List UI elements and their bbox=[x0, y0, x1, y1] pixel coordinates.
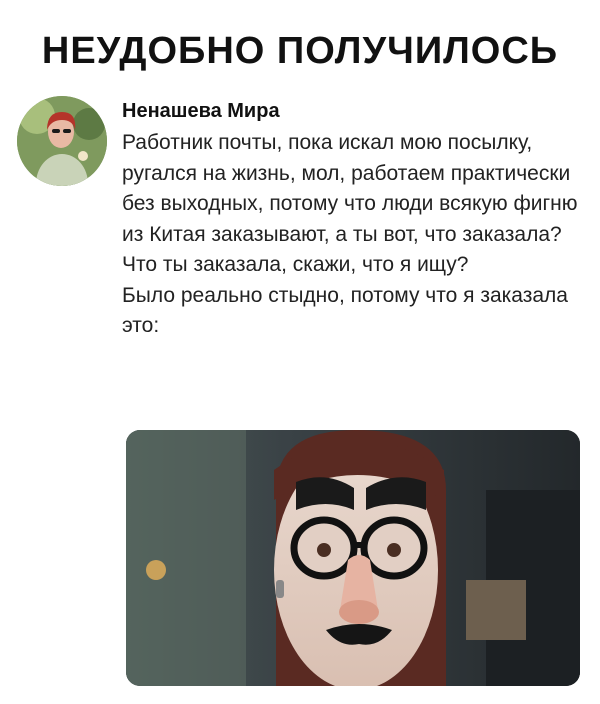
author-name[interactable]: Ненашева Мира bbox=[122, 100, 280, 123]
meme-headline: НЕУДОБНО ПОЛУЧИЛОСЬ bbox=[41, 30, 559, 72]
post-text: Работник почты, пока искал мою посылку, … bbox=[122, 128, 582, 342]
author-avatar[interactable] bbox=[17, 96, 107, 186]
post-paragraph-1: Работник почты, пока искал мою посылку, … bbox=[122, 131, 578, 276]
avatar-photo-icon bbox=[17, 96, 107, 186]
groucho-glasses-photo-icon bbox=[126, 430, 580, 686]
attached-photo[interactable] bbox=[126, 430, 580, 686]
post-paragraph-2: Было реально стыдно, потому что я заказа… bbox=[122, 283, 568, 338]
